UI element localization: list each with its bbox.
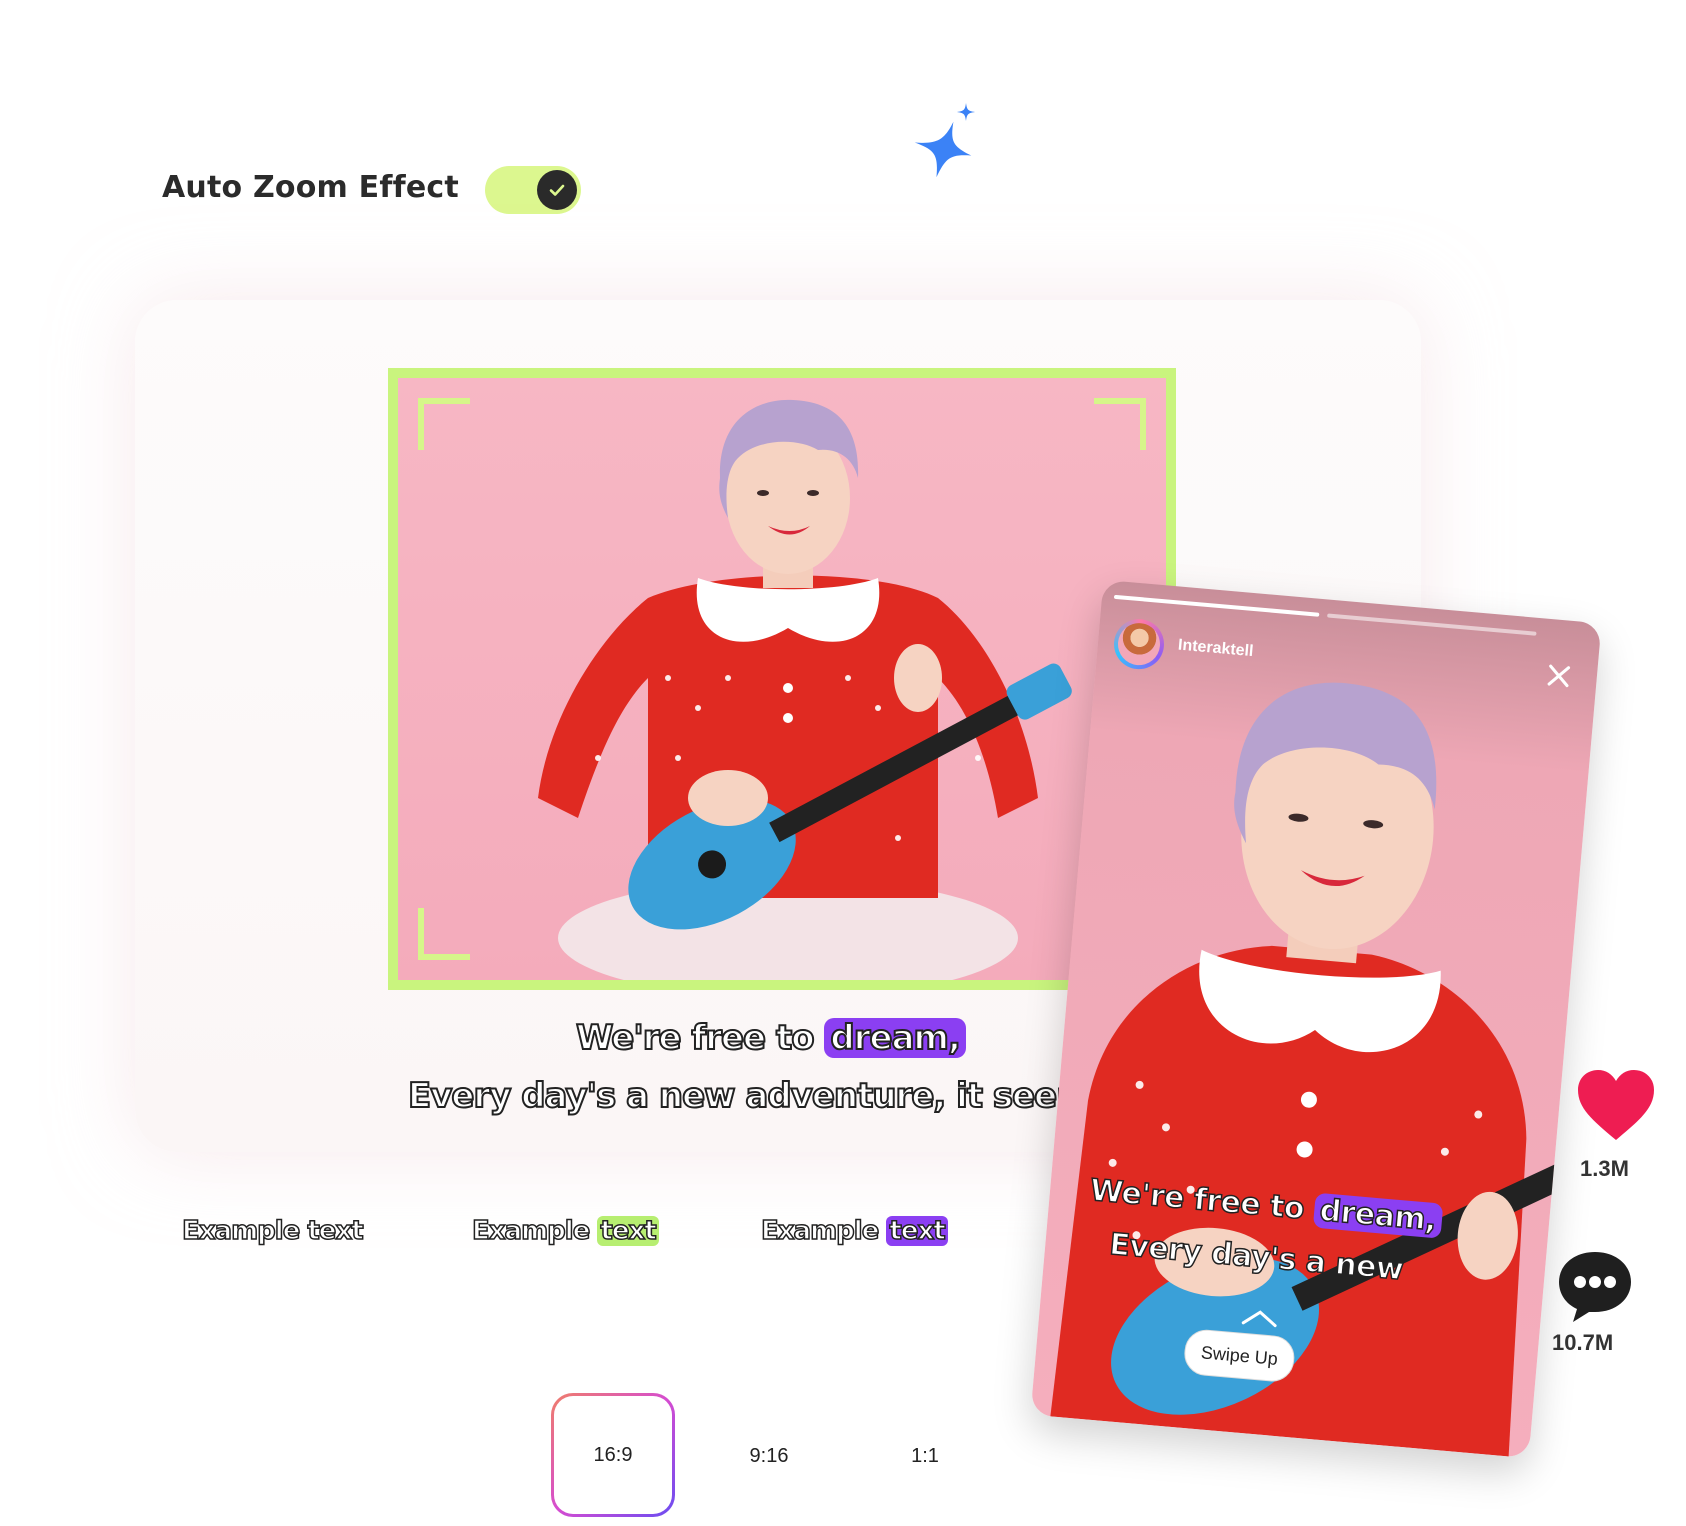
crop-corner-bottom-left	[418, 908, 470, 960]
caption-style-green-highlight: text	[597, 1215, 659, 1247]
story-preview-phone: Interaktell We're free to dream, Every d…	[1030, 579, 1602, 1459]
person-closeup-image	[1050, 682, 1575, 1457]
sparkle-icon	[914, 121, 972, 178]
caption-style-green[interactable]: Example text	[471, 1215, 659, 1247]
crop-corner-top-left	[418, 398, 470, 450]
close-icon[interactable]	[1546, 663, 1572, 689]
caption-style-purple-highlight: text	[886, 1215, 948, 1247]
ratio-1-1-button[interactable]: 1:1	[870, 1426, 980, 1486]
caption-style-plain[interactable]: Example text	[181, 1215, 364, 1247]
ratio-9-16-button[interactable]: 9:16	[714, 1426, 824, 1486]
check-icon	[537, 170, 577, 210]
sparkle-small-icon	[957, 103, 975, 121]
auto-zoom-label: Auto Zoom Effect	[162, 170, 459, 205]
caption-style-purple[interactable]: Example text	[760, 1215, 948, 1247]
heart-icon[interactable]	[1576, 1068, 1656, 1142]
likes-count: 1.3M	[1580, 1156, 1629, 1181]
caption-line-1-text: We're free to	[575, 1017, 816, 1059]
caption-style-green-prefix: Example	[471, 1215, 591, 1247]
caption-line-1: We're free to dream,	[575, 1017, 966, 1059]
auto-zoom-toggle[interactable]	[485, 166, 581, 214]
video-preview	[398, 378, 1166, 980]
caption-line-2: Every day's a new adventure, it seems	[407, 1075, 1112, 1117]
crop-corner-top-right	[1094, 398, 1146, 450]
ratio-16-9-button[interactable]: 16:9	[551, 1393, 675, 1517]
comments-count: 10.7M	[1552, 1330, 1614, 1355]
comment-icon[interactable]	[1555, 1248, 1635, 1324]
chevron-up-icon	[1241, 1310, 1277, 1328]
caption-highlight-word: dream,	[824, 1017, 966, 1059]
caption-style-purple-prefix: Example	[760, 1215, 880, 1247]
person-with-ukulele-image	[538, 399, 1072, 980]
video-preview-frame	[388, 368, 1176, 990]
